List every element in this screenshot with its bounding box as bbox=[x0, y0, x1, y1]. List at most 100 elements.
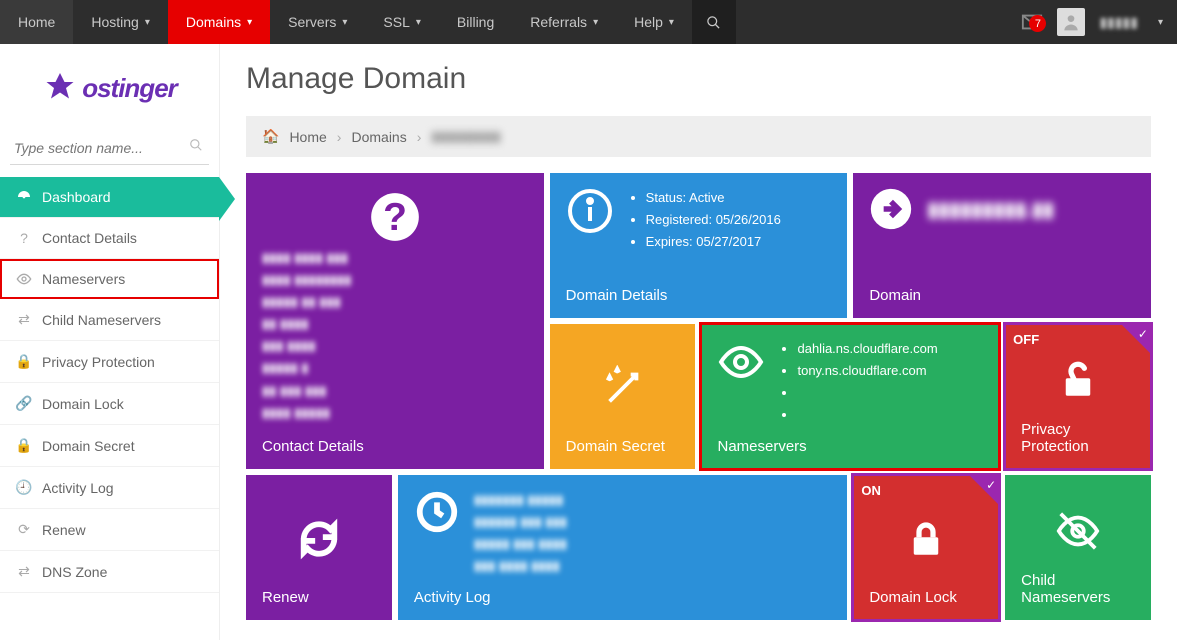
nav-hosting-label: Hosting bbox=[91, 14, 138, 30]
tile-domain[interactable]: ▮▮▮▮▮▮▮▮▮.▮▮ Domain bbox=[853, 173, 1151, 318]
info-icon bbox=[566, 187, 614, 235]
tile-label: Child Nameservers bbox=[1021, 572, 1135, 606]
user-name: ▮▮▮▮▮ bbox=[1099, 14, 1138, 31]
tile-nameservers[interactable]: dahlia.ns.cloudflare.com tony.ns.cloudfl… bbox=[701, 324, 999, 469]
nav-hosting[interactable]: Hosting ▾ bbox=[73, 0, 168, 44]
chevron-down-icon: ▾ bbox=[247, 17, 252, 28]
sidebar-item-label: Renew bbox=[42, 522, 86, 538]
chevron-down-icon: ▾ bbox=[342, 17, 347, 28]
sitemap-icon: ⇄ bbox=[16, 563, 32, 580]
lock-icon: 🔒 bbox=[16, 353, 32, 370]
nav-search[interactable] bbox=[692, 0, 736, 44]
check-corner-icon bbox=[969, 475, 999, 505]
chevron-down-icon: ▾ bbox=[593, 17, 598, 28]
nav-servers-label: Servers bbox=[288, 14, 336, 30]
logo[interactable]: ostinger bbox=[0, 64, 219, 132]
tile-activity-log[interactable]: ▮▮▮▮▮▮▮ ▮▮▮▮▮▮▮▮▮▮▮ ▮▮▮ ▮▮▮▮▮▮▮▮ ▮▮▮ ▮▮▮… bbox=[398, 475, 848, 620]
sidebar: ostinger Dashboard ? Contact Details Nam… bbox=[0, 44, 220, 640]
tiles-grid: ? ▮▮▮▮ ▮▮▮▮ ▮▮▮▮▮▮▮ ▮▮▮▮▮▮▮▮▮▮▮▮▮ ▮▮ ▮▮▮… bbox=[246, 173, 1151, 620]
check-corner-icon bbox=[1121, 324, 1151, 354]
nav-ssl[interactable]: SSL▾ bbox=[365, 0, 439, 44]
sidebar-item-contact-details[interactable]: ? Contact Details bbox=[0, 218, 219, 259]
top-nav: Home Hosting ▾ Domains ▾ Servers ▾ SSL▾ Bil… bbox=[0, 0, 1177, 44]
tile-domain-secret[interactable]: Domain Secret bbox=[550, 324, 696, 469]
breadcrumb-domains[interactable]: Domains bbox=[351, 129, 406, 145]
breadcrumb-home[interactable]: Home bbox=[289, 129, 326, 145]
page-title: Manage Domain bbox=[246, 62, 1151, 96]
chevron-down-icon: ▾ bbox=[669, 17, 674, 28]
sidebar-item-activity-log[interactable]: 🕘 Activity Log bbox=[0, 467, 219, 509]
nav-referrals-label: Referrals bbox=[530, 14, 587, 30]
sidebar-search-input[interactable] bbox=[10, 132, 209, 165]
tile-label: Domain Secret bbox=[566, 438, 680, 455]
tile-label: Contact Details bbox=[262, 438, 528, 455]
svg-text:?: ? bbox=[383, 196, 407, 239]
eye-icon bbox=[16, 271, 32, 287]
nav-domains[interactable]: Domains ▾ bbox=[168, 0, 270, 44]
dashboard-icon bbox=[16, 189, 32, 205]
sidebar-item-privacy-protection[interactable]: 🔒 Privacy Protection bbox=[0, 341, 219, 383]
log-lines: ▮▮▮▮▮▮▮ ▮▮▮▮▮▮▮▮▮▮▮ ▮▮▮ ▮▮▮▮▮▮▮▮ ▮▮▮ ▮▮▮… bbox=[474, 489, 567, 577]
search-icon bbox=[189, 138, 203, 157]
chevron-down-icon: ▾ bbox=[145, 17, 150, 28]
tile-label: Activity Log bbox=[414, 589, 832, 606]
search-icon bbox=[706, 15, 721, 30]
nav-referrals[interactable]: Referrals ▾ bbox=[512, 0, 616, 44]
sidebar-item-dns-zone[interactable]: ⇄ DNS Zone bbox=[0, 551, 219, 593]
home-icon: 🏠 bbox=[262, 128, 279, 145]
tile-label: Privacy Protection bbox=[1021, 421, 1135, 455]
eye-slash-icon bbox=[1055, 508, 1101, 554]
breadcrumb-current: ▮▮▮▮▮▮▮▮▮ bbox=[431, 128, 500, 145]
nav-home[interactable]: Home bbox=[0, 0, 73, 44]
sidebar-search bbox=[10, 132, 209, 165]
avatar[interactable] bbox=[1057, 8, 1085, 36]
tile-contact-details[interactable]: ? ▮▮▮▮ ▮▮▮▮ ▮▮▮▮▮▮▮ ▮▮▮▮▮▮▮▮▮▮▮▮▮ ▮▮ ▮▮▮… bbox=[246, 173, 544, 469]
breadcrumb: 🏠 Home › Domains › ▮▮▮▮▮▮▮▮▮ bbox=[246, 116, 1151, 157]
notifications[interactable]: 7 bbox=[1021, 11, 1043, 33]
nav-domains-label: Domains bbox=[186, 14, 241, 30]
tile-renew[interactable]: Renew bbox=[246, 475, 392, 620]
domain-value: ▮▮▮▮▮▮▮▮▮.▮▮ bbox=[927, 197, 1054, 222]
contact-lines: ▮▮▮▮ ▮▮▮▮ ▮▮▮▮▮▮▮ ▮▮▮▮▮▮▮▮▮▮▮▮▮ ▮▮ ▮▮▮▮▮… bbox=[262, 247, 528, 424]
tile-label: Domain Details bbox=[566, 287, 832, 304]
lock-icon bbox=[905, 518, 947, 560]
tile-domain-lock[interactable]: ON Domain Lock bbox=[853, 475, 999, 620]
sidebar-item-dashboard[interactable]: Dashboard bbox=[0, 177, 219, 218]
link-icon: 🔗 bbox=[16, 395, 32, 412]
unlock-icon bbox=[1057, 359, 1099, 401]
main-content: Manage Domain 🏠 Home › Domains › ▮▮▮▮▮▮▮… bbox=[220, 44, 1177, 640]
chevron-right-icon: › bbox=[337, 129, 342, 145]
tile-privacy-protection[interactable]: OFF Privacy Protection bbox=[1005, 324, 1151, 469]
sidebar-item-label: DNS Zone bbox=[42, 564, 107, 580]
chevron-right-icon: › bbox=[417, 129, 422, 145]
status-tag: OFF bbox=[1013, 332, 1039, 347]
chevron-down-icon: ▾ bbox=[416, 17, 421, 28]
tile-domain-details[interactable]: Status: Active Registered: 05/26/2016 Ex… bbox=[550, 173, 848, 318]
notification-badge: 7 bbox=[1029, 15, 1046, 32]
chevron-down-icon[interactable]: ▾ bbox=[1158, 17, 1163, 28]
nav-help[interactable]: Help▾ bbox=[616, 0, 692, 44]
sidebar-item-child-nameservers[interactable]: ⇄ Child Nameservers bbox=[0, 299, 219, 341]
refresh-icon: ⟳ bbox=[16, 521, 32, 538]
nav-servers[interactable]: Servers ▾ bbox=[270, 0, 365, 44]
sidebar-item-renew[interactable]: ⟳ Renew bbox=[0, 509, 219, 551]
user-area: 7 ▮▮▮▮▮ ▾ bbox=[1007, 0, 1177, 44]
user-icon bbox=[1061, 12, 1081, 32]
status-tag: ON bbox=[861, 483, 881, 498]
sidebar-item-domain-lock[interactable]: 🔗 Domain Lock bbox=[0, 383, 219, 425]
ns-list: dahlia.ns.cloudflare.com tony.ns.cloudfl… bbox=[779, 338, 937, 426]
tile-label: Nameservers bbox=[717, 438, 983, 455]
question-icon: ? bbox=[16, 230, 32, 246]
tile-child-nameservers[interactable]: Child Nameservers bbox=[1005, 475, 1151, 620]
sidebar-item-label: Nameservers bbox=[42, 271, 125, 287]
sidebar-item-label: Domain Lock bbox=[42, 396, 124, 412]
nav-billing-label: Billing bbox=[457, 14, 494, 30]
refresh-icon bbox=[296, 516, 342, 562]
sidebar-item-nameservers[interactable]: Nameservers bbox=[0, 259, 219, 299]
sidebar-item-domain-secret[interactable]: 🔒 Domain Secret bbox=[0, 425, 219, 467]
clock-icon bbox=[414, 489, 460, 535]
sitemap-icon: ⇄ bbox=[16, 311, 32, 328]
nav-billing[interactable]: Billing bbox=[439, 0, 512, 44]
sidebar-item-label: Contact Details bbox=[42, 230, 137, 246]
eye-icon bbox=[717, 338, 765, 386]
